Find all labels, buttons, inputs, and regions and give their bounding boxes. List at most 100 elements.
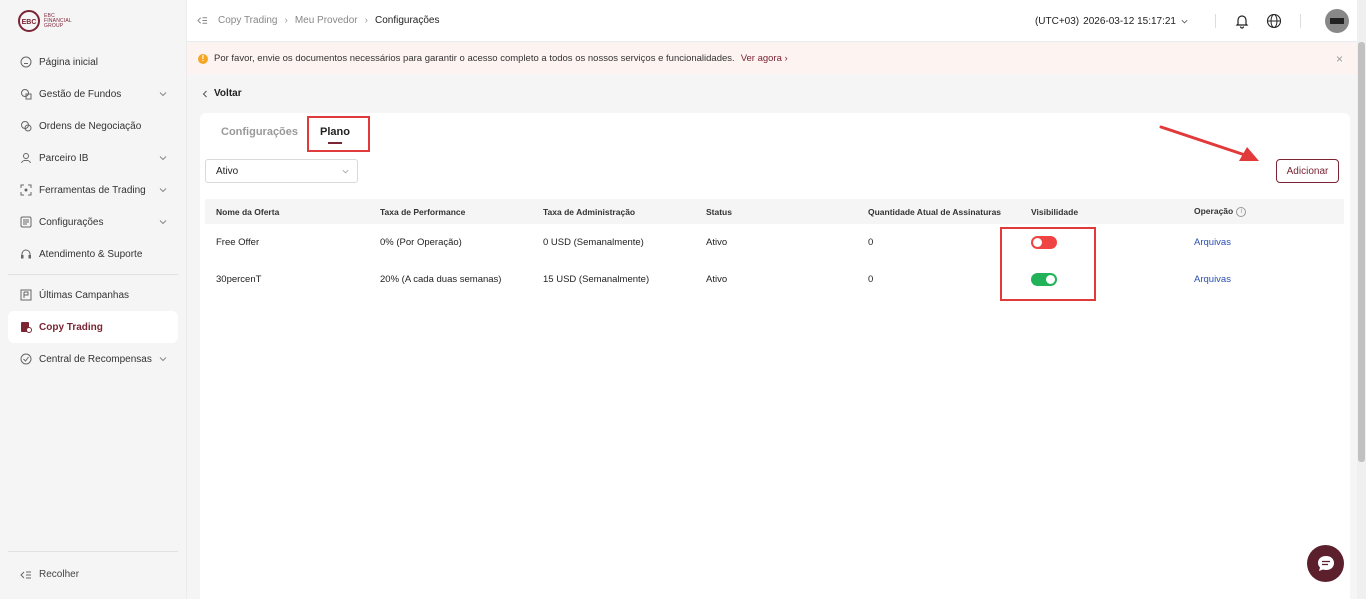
subscriptions-cell: 0 — [868, 274, 874, 285]
status-cell: Ativo — [706, 237, 728, 248]
flag-icon — [20, 289, 32, 301]
table-header: Nome da Oferta Taxa de Performance Taxa … — [205, 199, 1344, 224]
sidebar-item-trading-tools[interactable]: Ferramentas de Trading — [8, 174, 178, 206]
sidebar-nav: Página inicial Gestão de Fundos Ordens d… — [8, 46, 178, 375]
logo-line-3: GROUP — [44, 22, 64, 29]
column-header-visibility: Visibilidade — [1031, 206, 1079, 217]
chevron-down-icon — [1181, 19, 1188, 23]
brand-logo[interactable]: EBC EBC FINANCIAL GROUP — [18, 10, 72, 32]
page-scrollbar[interactable] — [1357, 0, 1366, 599]
back-button[interactable]: Voltar — [201, 88, 242, 99]
scrollbar-thumb[interactable] — [1358, 42, 1365, 462]
datetime-label: 2026-03-12 15:17:21 — [1083, 15, 1176, 27]
plans-table: Nome da Oferta Taxa de Performance Taxa … — [205, 199, 1344, 298]
chevron-down-icon — [159, 220, 167, 225]
offer-name-cell: Free Offer — [216, 237, 260, 248]
sidebar-item-home[interactable]: Página inicial — [8, 46, 178, 78]
sidebar-item-ib-partner[interactable]: Parceiro IB — [8, 142, 178, 174]
chevron-down-icon — [159, 156, 167, 161]
subscriptions-cell: 0 — [868, 237, 874, 248]
chat-support-button[interactable] — [1307, 545, 1344, 582]
status-filter-select[interactable]: Ativo — [205, 159, 358, 183]
chevron-down-icon — [159, 188, 167, 193]
breadcrumb: Copy Trading › Meu Provedor › Configuraç… — [197, 15, 439, 26]
document-notice-banner: ! Por favor, envie os documentos necessá… — [187, 43, 1357, 74]
plan-tab-highlight-box — [307, 116, 370, 152]
breadcrumb-copy-trading[interactable]: Copy Trading — [218, 15, 277, 26]
sidebar-item-orders[interactable]: Ordens de Negociação — [8, 110, 178, 142]
globe-icon[interactable] — [1266, 13, 1282, 29]
view-now-link[interactable]: Ver agora › — [741, 53, 788, 64]
tools-icon — [20, 184, 32, 196]
collapse-sidebar-button[interactable]: Recolher — [8, 551, 178, 597]
warning-icon: ! — [198, 53, 208, 64]
timezone-selector[interactable]: (UTC+03) 2026-03-12 15:17:21 — [1035, 16, 1189, 27]
chevron-left-icon — [202, 90, 207, 97]
archive-link[interactable]: Arquivas — [1194, 274, 1231, 285]
logo-text: EBC FINANCIAL GROUP — [44, 13, 72, 29]
menu-toggle-icon[interactable] — [197, 15, 208, 26]
archive-link[interactable]: Arquivas — [1194, 237, 1231, 248]
breadcrumb-separator: › — [364, 15, 368, 26]
sidebar-item-label: Parceiro IB — [39, 152, 89, 164]
divider — [1215, 14, 1216, 28]
home-icon — [20, 56, 32, 68]
breadcrumb-separator: › — [284, 15, 288, 26]
chevron-down-icon — [159, 92, 167, 97]
table-row: 30percenT 20% (A cada duas semanas) 15 U… — [205, 261, 1344, 298]
offer-name-cell: 30percenT — [216, 274, 262, 285]
sidebar-item-label: Configurações — [39, 216, 104, 228]
sidebar-item-label: Página inicial — [39, 56, 98, 68]
visibility-highlight-box — [1000, 227, 1096, 301]
sidebar-item-rewards[interactable]: Central de Recompensas — [8, 343, 178, 375]
collapse-icon — [20, 571, 31, 578]
status-cell: Ativo — [706, 274, 728, 285]
admin-fee-cell: 15 USD (Semanalmente) — [543, 274, 650, 285]
nav-divider — [8, 274, 178, 275]
status-filter-value: Ativo — [216, 165, 239, 177]
chat-bubble-icon — [1317, 555, 1334, 571]
rewards-icon — [20, 353, 32, 365]
sidebar-item-label: Ferramentas de Trading — [39, 184, 146, 196]
sidebar: EBC EBC FINANCIAL GROUP Página inicial G… — [0, 0, 187, 599]
close-icon[interactable]: × — [1336, 52, 1343, 66]
view-now-label: Ver agora — [740, 53, 782, 64]
sidebar-item-label: Gestão de Fundos — [39, 88, 122, 100]
sidebar-item-label: Ordens de Negociação — [39, 120, 142, 132]
add-plan-button[interactable]: Adicionar — [1276, 159, 1339, 183]
chevron-down-icon — [159, 357, 167, 362]
column-header-status: Status — [706, 206, 732, 217]
column-header-performance-fee: Taxa de Performance — [380, 206, 466, 217]
wallet-icon — [20, 88, 32, 100]
sidebar-item-label: Copy Trading — [39, 321, 103, 333]
sidebar-item-settings[interactable]: Configurações — [8, 206, 178, 238]
performance-fee-cell: 0% (Por Operação) — [380, 237, 462, 248]
breadcrumb-my-provider[interactable]: Meu Provedor — [295, 15, 358, 26]
bell-icon[interactable] — [1234, 13, 1250, 29]
column-header-admin-fee: Taxa de Administração — [543, 206, 636, 217]
avatar[interactable] — [1325, 9, 1349, 33]
sidebar-item-label: Atendimento & Suporte — [39, 248, 143, 260]
sidebar-item-copy-trading[interactable]: Copy Trading — [8, 311, 178, 343]
top-bar: Copy Trading › Meu Provedor › Configuraç… — [187, 0, 1357, 42]
column-header-operation: Operação i — [1194, 206, 1247, 217]
settings-icon — [20, 216, 32, 228]
breadcrumb-current: Configurações — [374, 15, 440, 26]
timezone-label: (UTC+03) — [1034, 15, 1080, 27]
headset-icon — [20, 248, 32, 260]
plans-card: Configurações Plano Ativo Adicionar Nome… — [200, 113, 1350, 599]
tab-settings[interactable]: Configurações — [221, 126, 298, 144]
chevron-down-icon — [342, 169, 349, 174]
sidebar-item-funds[interactable]: Gestão de Fundos — [8, 78, 178, 110]
annotation-arrow-icon — [1159, 125, 1259, 161]
partner-icon — [20, 152, 32, 164]
column-header-subscriptions: Quantidade Atual de Assinaturas — [868, 206, 1002, 217]
divider — [1300, 14, 1301, 28]
back-label: Voltar — [214, 88, 242, 99]
info-icon[interactable]: i — [1236, 206, 1247, 217]
logo-mark: EBC — [18, 10, 40, 32]
performance-fee-cell: 20% (A cada duas semanas) — [380, 274, 502, 285]
admin-fee-cell: 0 USD (Semanalmente) — [543, 237, 644, 248]
sidebar-item-campaigns[interactable]: Últimas Campanhas — [8, 279, 178, 311]
sidebar-item-support[interactable]: Atendimento & Suporte — [8, 238, 178, 270]
